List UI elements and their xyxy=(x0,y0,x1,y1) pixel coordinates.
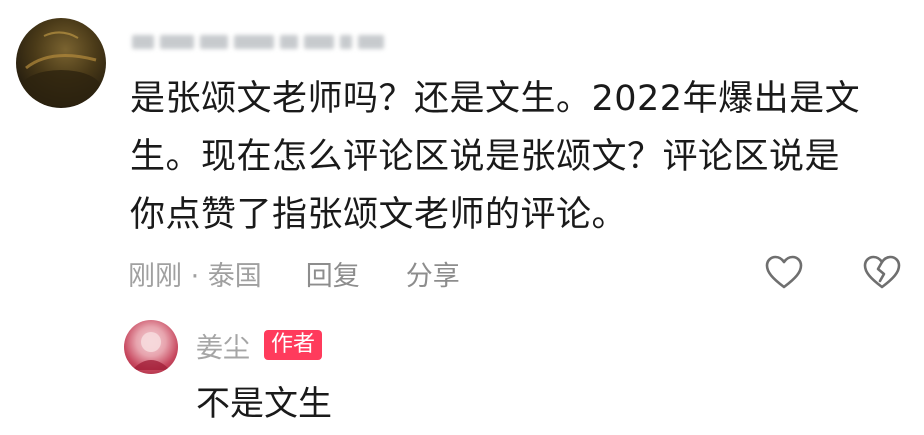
share-button[interactable]: 分享 xyxy=(406,254,460,293)
comment-meta: 刚刚 · 泰国 回复 分享 xyxy=(128,253,460,293)
avatar-image xyxy=(21,31,101,106)
reply-button[interactable]: 回复 xyxy=(306,254,360,293)
broken-heart-icon[interactable] xyxy=(862,253,902,293)
author-badge: 作者 xyxy=(264,330,323,360)
heart-outline-icon[interactable] xyxy=(764,253,804,293)
author-username[interactable]: 姜尘 xyxy=(196,326,250,365)
author-avatar-image xyxy=(132,332,170,370)
commenter-avatar[interactable] xyxy=(16,18,106,108)
commenter-username-blurred[interactable] xyxy=(132,24,402,60)
reply-text: 不是文生 xyxy=(196,384,332,424)
reply-header: 姜尘 作者 xyxy=(196,325,323,365)
comment-text: 是张颂文老师吗？还是文生。2022年爆出是文生。现在怎么评论区说是张颂文？评论区… xyxy=(130,79,861,235)
comment-time-location: 刚刚 · 泰国 xyxy=(128,260,262,292)
author-avatar[interactable] xyxy=(124,320,178,374)
